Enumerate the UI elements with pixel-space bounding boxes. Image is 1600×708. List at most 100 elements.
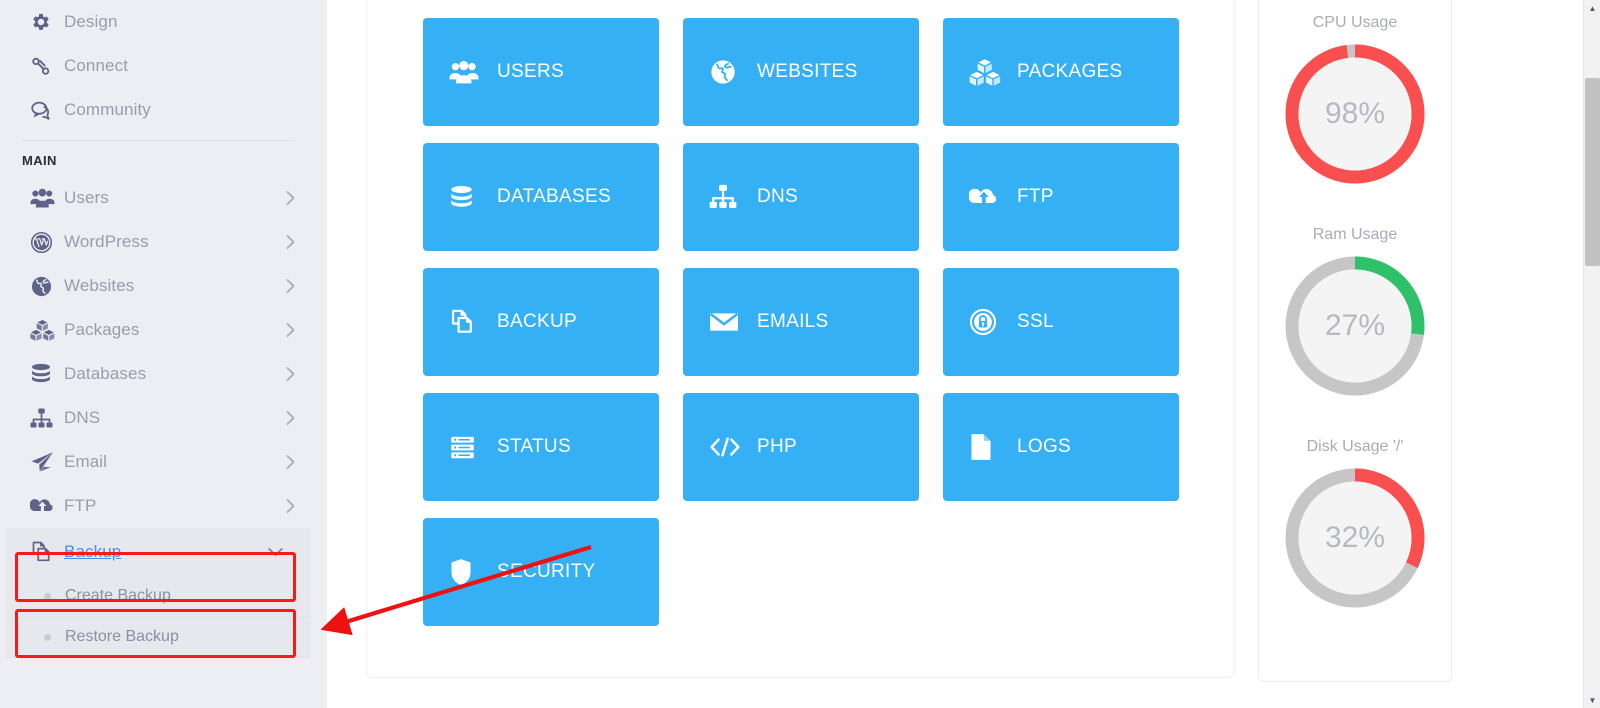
page-root: Design Connect Community MAIN Users Word… — [0, 0, 1600, 708]
sidebar-subitem-label: Create Backup — [65, 587, 171, 604]
sidebar-item-websites[interactable]: Websites — [0, 264, 317, 308]
database-icon — [30, 363, 64, 385]
chat-icon — [30, 99, 64, 121]
gauge-ram: Ram Usage 27% — [1258, 226, 1452, 400]
gauge-ring: 32% — [1281, 464, 1429, 612]
gauge-value: 27% — [1324, 309, 1386, 342]
tile-label: PACKAGES — [1017, 61, 1123, 82]
sidebar-item-restore-backup[interactable]: Restore Backup — [6, 617, 311, 658]
sidebar-item-label: Backup — [64, 542, 122, 561]
sidebar-item-ftp[interactable]: FTP — [0, 484, 317, 528]
tile-ssl[interactable]: SSL — [943, 268, 1179, 376]
bullet-icon — [44, 633, 51, 641]
tile-emails[interactable]: EMAILS — [683, 268, 919, 376]
tile-security[interactable]: SECURITY — [423, 518, 659, 626]
tile-label: DNS — [757, 186, 799, 207]
sidebar-item-label: Email — [64, 452, 108, 471]
scrollbar-thumb[interactable] — [1585, 78, 1600, 266]
sidebar-item-label: Connect — [64, 56, 129, 75]
tile-label: LOGS — [1017, 436, 1071, 457]
sidebar-subitem-label: Restore Backup — [65, 628, 179, 645]
tile-backup[interactable]: BACKUP — [423, 268, 659, 376]
gauge-title: CPU Usage — [1312, 14, 1398, 31]
chevron-right-icon — [286, 279, 295, 293]
tile-label: PHP — [757, 436, 797, 457]
sidebar-item-label: Community — [64, 100, 151, 119]
tile-ftp[interactable]: FTP — [943, 143, 1179, 251]
boxes-icon — [30, 319, 64, 341]
tile-label: SSL — [1017, 311, 1054, 332]
link-icon — [30, 55, 64, 77]
sidebar-item-label: WordPress — [64, 232, 149, 251]
sitemap-icon — [30, 408, 64, 429]
tile-label: EMAILS — [757, 311, 829, 332]
sitemap-icon — [709, 184, 751, 210]
tile-websites[interactable]: WEBSITES — [683, 18, 919, 126]
server-icon — [449, 434, 491, 461]
tile-logs[interactable]: LOGS — [943, 393, 1179, 501]
sidebar-gap — [317, 0, 327, 708]
copy-icon — [449, 308, 491, 336]
sidebar-item-wordpress[interactable]: WordPress — [0, 220, 317, 264]
gauge-title: Ram Usage — [1312, 226, 1398, 243]
sidebar-item-email[interactable]: Email — [0, 440, 317, 484]
tile-label: FTP — [1017, 186, 1054, 207]
sidebar-item-dns[interactable]: DNS — [0, 396, 317, 440]
sidebar-item-design[interactable]: Design — [0, 0, 317, 44]
boxes-icon — [969, 58, 1011, 86]
wordpress-icon — [30, 231, 64, 254]
sidebar-item-label: FTP — [64, 496, 97, 515]
cloud-upload-icon — [969, 185, 1011, 209]
gauge-ring: 98% — [1281, 40, 1429, 188]
tile-dns[interactable]: DNS — [683, 143, 919, 251]
tile-databases[interactable]: DATABASES — [423, 143, 659, 251]
sidebar-item-databases[interactable]: Databases — [0, 352, 317, 396]
tile-users[interactable]: USERS — [423, 18, 659, 126]
tile-label: DATABASES — [497, 186, 611, 207]
sidebar-item-users[interactable]: Users — [0, 176, 317, 220]
tile-status[interactable]: STATUS — [423, 393, 659, 501]
globe-icon — [709, 58, 751, 86]
sidebar-item-backup[interactable]: Backup — [6, 528, 311, 576]
users-icon — [30, 188, 64, 208]
chevron-right-icon — [286, 367, 295, 381]
code-icon — [709, 435, 751, 459]
chevron-right-icon — [286, 411, 295, 425]
chevron-down-icon[interactable] — [268, 548, 283, 557]
shortcut-tile-grid: USERS WEBSITES PACKAGES DATABASES DNS FT… — [423, 18, 1180, 626]
backup-submenu: Create Backup Restore Backup — [6, 576, 311, 658]
gauge-title: Disk Usage '/' — [1306, 438, 1404, 455]
chevron-right-icon — [286, 235, 295, 249]
sidebar-item-create-backup[interactable]: Create Backup — [6, 576, 311, 617]
sidebar-item-label: Design — [64, 12, 118, 31]
envelope-icon — [709, 310, 751, 334]
browser-scrollbar[interactable]: ▲ ▼ — [1583, 0, 1600, 708]
sidebar: Design Connect Community MAIN Users Word… — [0, 0, 317, 708]
sidebar-item-community[interactable]: Community — [0, 88, 317, 132]
file-icon — [969, 433, 1011, 461]
tile-label: SECURITY — [497, 561, 596, 582]
sidebar-item-label: Databases — [64, 364, 147, 383]
sidebar-item-label: Websites — [64, 276, 135, 295]
tile-packages[interactable]: PACKAGES — [943, 18, 1179, 126]
tile-php[interactable]: PHP — [683, 393, 919, 501]
sidebar-item-packages[interactable]: Packages — [0, 308, 317, 352]
sidebar-item-label: DNS — [64, 408, 101, 427]
scroll-up-arrow-icon[interactable]: ▲ — [1584, 0, 1600, 16]
tile-label: USERS — [497, 61, 564, 82]
chevron-right-icon — [286, 323, 295, 337]
sidebar-item-label: Users — [64, 188, 109, 207]
sidebar-section-title: MAIN — [22, 153, 57, 168]
gauge-cpu: CPU Usage 98% — [1258, 14, 1452, 188]
chevron-right-icon — [286, 191, 295, 205]
users-icon — [449, 60, 491, 84]
bullet-icon — [44, 592, 51, 600]
scroll-down-arrow-icon[interactable]: ▼ — [1584, 692, 1600, 708]
chevron-right-icon — [286, 499, 295, 513]
tile-label: WEBSITES — [757, 61, 858, 82]
tile-label: STATUS — [497, 436, 571, 457]
shield-icon — [449, 558, 491, 586]
gauge-value: 32% — [1324, 521, 1386, 554]
sidebar-item-connect[interactable]: Connect — [0, 44, 317, 88]
sidebar-item-label: Packages — [64, 320, 140, 339]
